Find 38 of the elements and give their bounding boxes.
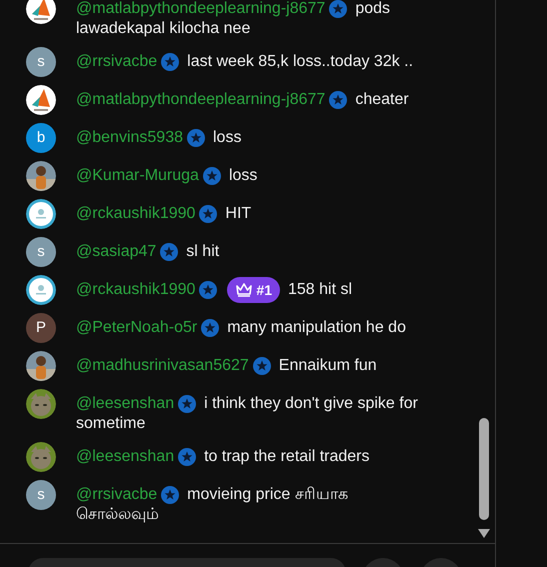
author-name[interactable]: @leesenshan — [76, 394, 174, 414]
message-text: to trap the retail traders — [204, 447, 370, 467]
message-text: Ennaikum fun — [278, 356, 377, 376]
author-name[interactable]: @benvins5938 — [76, 128, 183, 148]
avatar: b — [26, 123, 56, 153]
message-text: sl hit — [186, 242, 220, 262]
author-name[interactable]: @rckaushik1990 — [76, 280, 196, 300]
message-text: i think they don't give spike for — [204, 394, 418, 414]
author-name[interactable]: @matlabpythondeeplearning-j8677 — [76, 0, 326, 19]
message-text: சொல்லவும் — [76, 506, 159, 523]
crown-icon — [235, 282, 254, 298]
author-name[interactable]: @rckaushik1990 — [76, 204, 196, 224]
avatar: s — [26, 480, 56, 510]
scroll-down-icon[interactable] — [478, 529, 490, 538]
author-name[interactable]: @leesenshan — [76, 447, 174, 467]
message-text: sometime — [76, 415, 146, 432]
scrollbar-thumb[interactable] — [479, 418, 489, 520]
message-text: 158 hit sl — [288, 280, 352, 300]
author-name[interactable]: @madhusrinivasan5627 — [76, 356, 249, 376]
avatar: P — [26, 313, 56, 343]
author-name[interactable]: @rrsivacbe — [76, 485, 158, 505]
message-text: last week 85,k loss..today 32k .. — [187, 52, 414, 72]
avatar: s — [26, 47, 56, 77]
rank-badge: #1 — [227, 277, 280, 303]
message-text: loss — [212, 128, 242, 148]
avatar: s — [26, 237, 56, 267]
message-text: cheater — [355, 90, 409, 110]
author-name[interactable]: @rrsivacbe — [76, 52, 158, 72]
message-text: many manipulation he do — [227, 318, 406, 338]
message-text: lawadekapal kilocha nee — [76, 20, 250, 37]
author-name[interactable]: @PeterNoah-o5r — [76, 318, 198, 338]
message-text: pods — [355, 0, 390, 19]
message-text: HIT — [225, 204, 252, 224]
author-name[interactable]: @Kumar-Muruga — [76, 166, 199, 186]
message-text: movieing price சரியாக — [187, 485, 348, 505]
message-text: loss — [228, 166, 258, 186]
author-name[interactable]: @sasiap47 — [76, 242, 156, 262]
author-name[interactable]: @matlabpythondeeplearning-j8677 — [76, 90, 326, 110]
